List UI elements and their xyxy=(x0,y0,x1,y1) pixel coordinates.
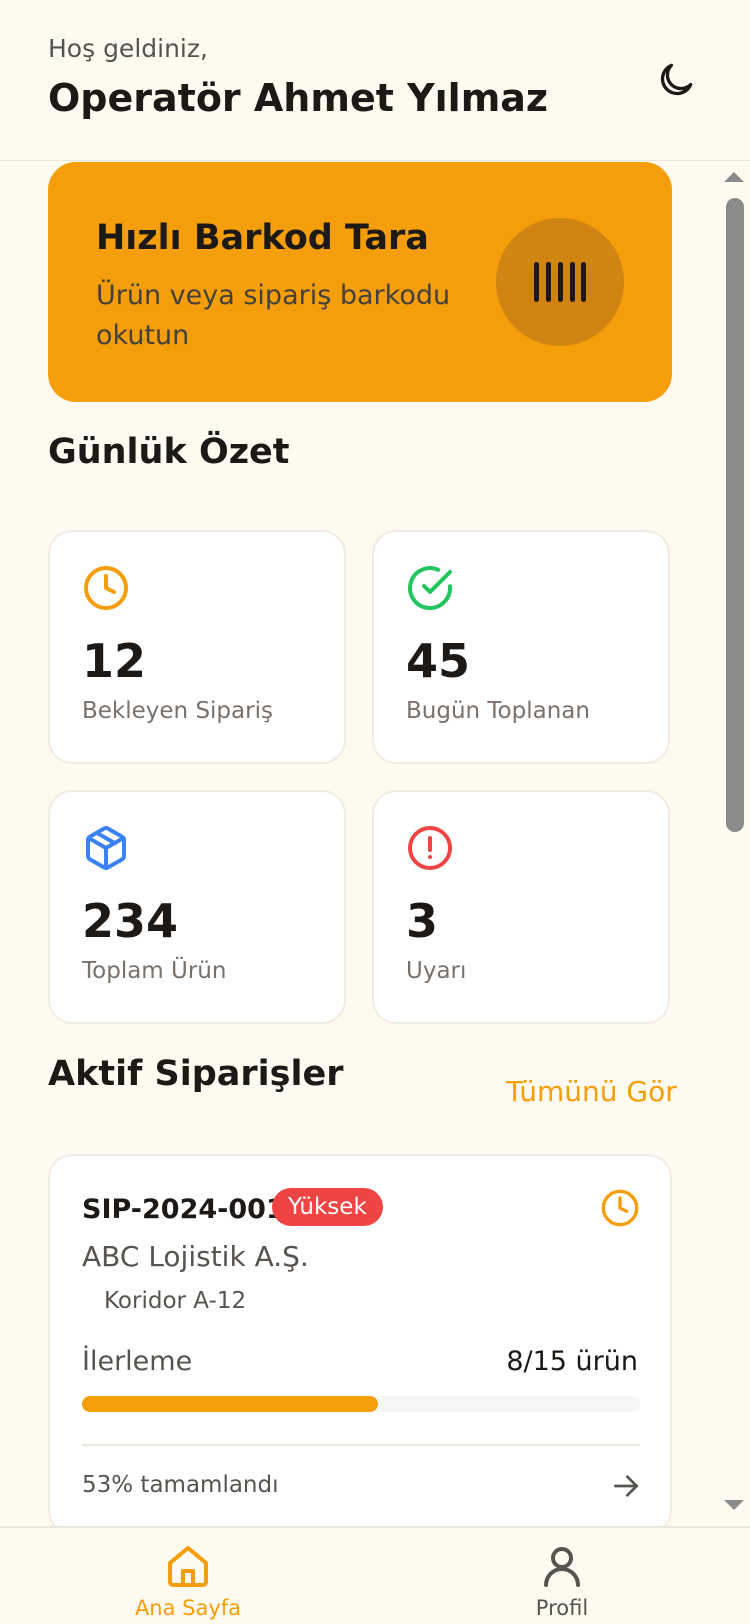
scan-subtitle: Ürün veya sipariş barkodu okutun xyxy=(96,280,451,351)
stat-card-warnings[interactable]: 3 Uyarı xyxy=(372,790,670,1024)
package-icon xyxy=(86,826,126,870)
nav-label-home: Ana Sayfa xyxy=(134,1596,242,1620)
scan-button[interactable] xyxy=(496,218,624,346)
stat-card-pending[interactable]: 12 Bekleyen Sipariş xyxy=(48,530,346,764)
active-orders-title: Aktif Siparişler xyxy=(48,1054,344,1094)
stat-card-picked-today[interactable]: 45 Bugün Toplanan xyxy=(372,530,670,764)
see-all-link[interactable]: Tümünü Gör xyxy=(506,1075,677,1108)
theme-toggle-button[interactable] xyxy=(652,56,700,104)
bottom-nav: Ana Sayfa Profil xyxy=(0,1526,750,1624)
stat-label: Bekleyen Sipariş xyxy=(82,698,273,724)
scroll-down-arrow[interactable] xyxy=(724,1500,744,1510)
user-icon xyxy=(544,1547,580,1587)
scroll-thumb[interactable] xyxy=(726,198,744,832)
stat-label: Bugün Toplanan xyxy=(406,698,590,724)
daily-summary-title: Günlük Özet xyxy=(48,432,290,472)
quick-scan-card[interactable]: Hızlı Barkod Tara Ürün veya sipariş bark… xyxy=(48,162,672,402)
stat-value: 234 xyxy=(82,894,179,948)
alert-circle-icon xyxy=(408,826,452,870)
progress-bar xyxy=(82,1396,640,1412)
progress-fill xyxy=(82,1396,378,1412)
stat-value: 12 xyxy=(82,634,147,688)
order-id: SIP-2024-001 xyxy=(82,1194,285,1225)
nav-label-profile: Profil xyxy=(535,1596,589,1620)
stat-card-total-products[interactable]: 234 Toplam Ürün xyxy=(48,790,346,1024)
check-circle-icon xyxy=(408,566,452,610)
nav-item-profile[interactable]: Profil xyxy=(472,1528,652,1624)
scroll-up-arrow[interactable] xyxy=(724,172,744,182)
main-content: Hızlı Barkod Tara Ürün veya sipariş bark… xyxy=(0,162,722,1526)
priority-badge: Yüksek xyxy=(272,1188,383,1226)
progress-label: İlerleme xyxy=(82,1346,193,1377)
stat-value: 3 xyxy=(406,894,439,948)
header: Hoş geldiniz, Operatör Ahmet Yılmaz xyxy=(0,0,750,161)
stat-value: 45 xyxy=(406,634,471,688)
order-completed-text: 53% tamamlandı xyxy=(82,1472,279,1498)
order-divider xyxy=(82,1444,640,1446)
nav-item-home[interactable]: Ana Sayfa xyxy=(98,1528,278,1624)
progress-count: 8/15 ürün xyxy=(506,1346,638,1377)
stat-label: Toplam Ürün xyxy=(82,958,227,984)
moon-icon xyxy=(660,63,693,96)
user-name: Operatör Ahmet Yılmaz xyxy=(48,76,549,120)
order-card[interactable]: SIP-2024-001 Yüksek ABC Lojistik A.Ş. Ko… xyxy=(48,1154,672,1526)
greeting-text: Hoş geldiniz, xyxy=(48,34,208,63)
clock-icon xyxy=(84,566,128,610)
clock-icon xyxy=(601,1189,639,1227)
stat-label: Uyarı xyxy=(406,958,467,984)
order-location: Koridor A-12 xyxy=(104,1288,247,1314)
order-company: ABC Lojistik A.Ş. xyxy=(82,1240,309,1273)
barcode-icon xyxy=(534,262,586,302)
arrow-right-icon[interactable] xyxy=(610,1470,642,1502)
scan-title: Hızlı Barkod Tara xyxy=(96,218,429,258)
home-icon xyxy=(168,1546,208,1587)
